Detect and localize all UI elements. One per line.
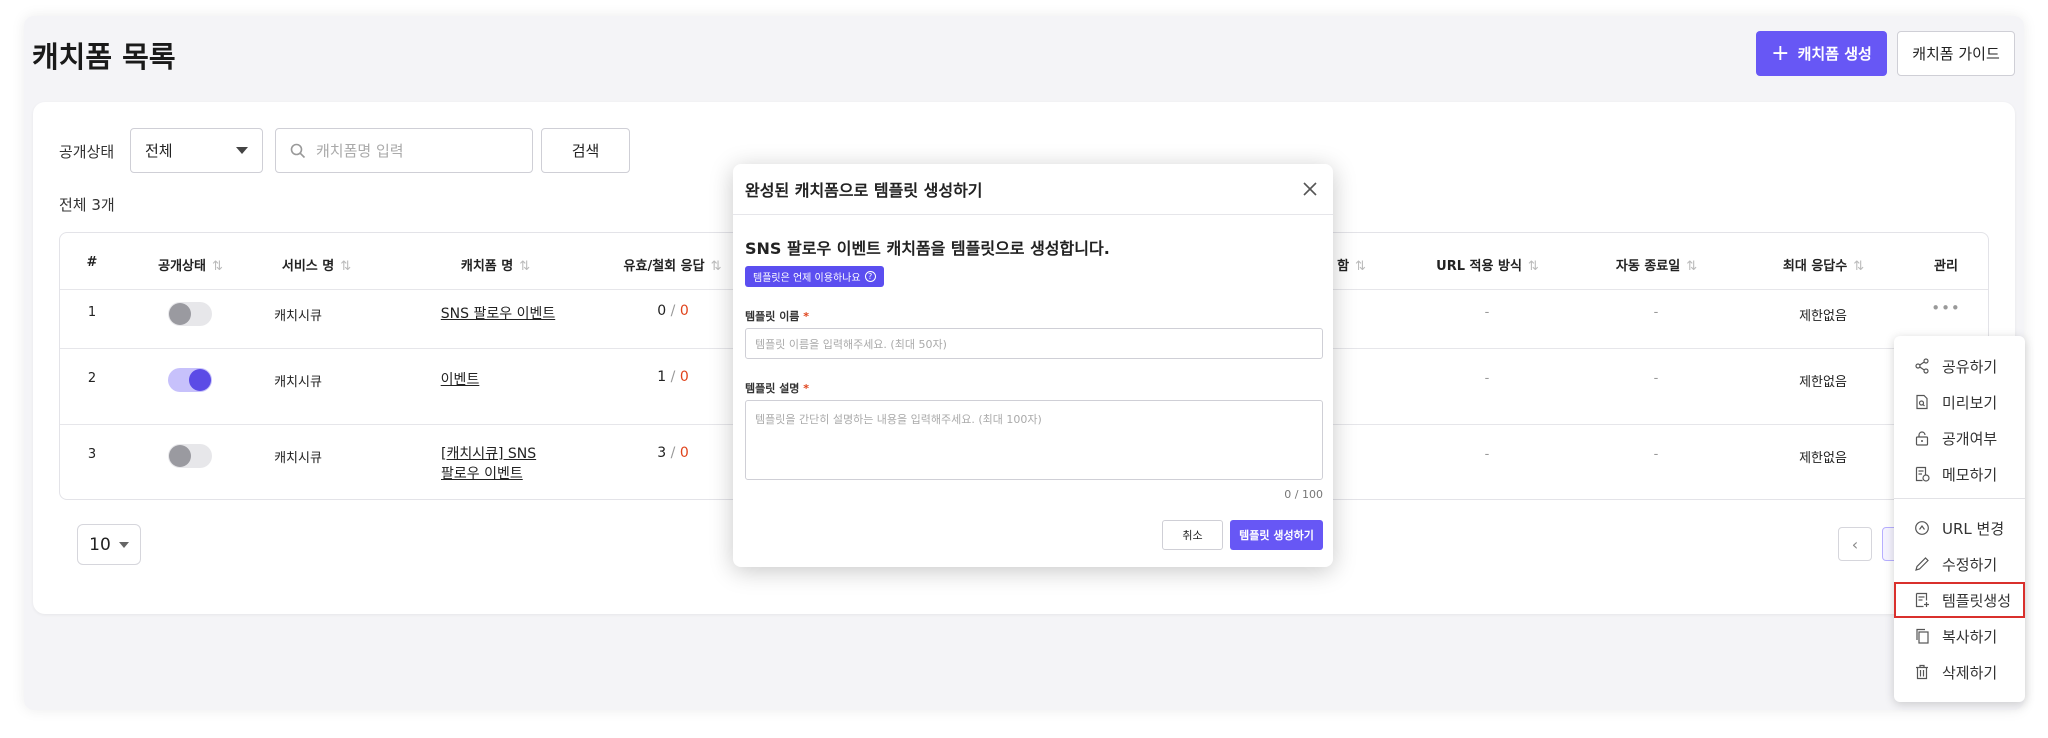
prev-page-button[interactable]: ‹ — [1838, 527, 1872, 561]
lock-icon — [1915, 431, 1929, 446]
form-name-link[interactable]: [캐치시큐] SNS 팔로우 이벤트 — [441, 444, 536, 484]
menu-divider — [1894, 498, 2025, 499]
create-form-button[interactable]: + 캐치폼 생성 — [1756, 31, 1887, 76]
service-name: 캐치시큐 — [274, 375, 322, 390]
char-counter: 0 / 100 — [1284, 488, 1323, 501]
template-desc-label: 템플릿 설명 * — [745, 382, 810, 395]
max-responses: 제한없음 — [1799, 375, 1847, 390]
header-form-name[interactable]: 캐치폼 명 ⇅ — [461, 255, 530, 274]
sort-icon[interactable]: ⇅ — [519, 259, 530, 274]
row-context-menu: 공유하기 미리보기 공개여부 메모하기 URL 변경 수정하기 템플릿생성 복사… — [1894, 336, 2025, 702]
sort-icon[interactable]: ⇅ — [711, 259, 722, 274]
header-num: # — [86, 255, 98, 270]
header-responses[interactable]: 유효/철회 응답 ⇅ — [624, 255, 722, 274]
public-toggle[interactable] — [168, 368, 212, 392]
help-icon: ? — [864, 271, 876, 282]
search-box[interactable] — [275, 128, 533, 173]
menu-item-memo[interactable]: 메모하기 — [1894, 456, 2025, 492]
header-service[interactable]: 서비스 명 ⇅ — [282, 255, 351, 274]
status-select[interactable]: 전체 — [130, 128, 263, 173]
sort-icon[interactable]: ⇅ — [340, 259, 351, 274]
header-max-responses[interactable]: 최대 응답수 ⇅ — [1783, 255, 1864, 274]
url-method: - — [1484, 371, 1490, 386]
sort-icon[interactable]: ⇅ — [1528, 259, 1539, 274]
modal-title: 완성된 캐치폼으로 템플릿 생성하기 — [745, 181, 983, 200]
auto-end-date: - — [1653, 371, 1659, 386]
cancel-button[interactable]: 취소 — [1162, 520, 1223, 550]
preview-icon — [1916, 394, 1928, 410]
header-auto-end[interactable]: 자동 종료일 ⇅ — [1616, 255, 1697, 274]
response-count: 3 / 0 — [657, 445, 689, 461]
menu-item-preview[interactable]: 미리보기 — [1894, 384, 2025, 420]
guide-button[interactable]: 캐치폼 가이드 — [1897, 31, 2015, 76]
template-add-icon — [1915, 592, 1929, 608]
modal-header: 완성된 캐치폼으로 템플릿 생성하기 — [733, 164, 1333, 215]
plus-icon: + — [1771, 40, 1790, 66]
more-icon[interactable]: ••• — [1931, 299, 1961, 317]
total-count: 전체 3개 — [59, 196, 115, 214]
form-name-link[interactable]: 이벤트 — [441, 369, 480, 389]
sort-icon[interactable]: ⇅ — [1686, 259, 1697, 274]
response-count: 0 / 0 — [657, 303, 689, 319]
pencil-icon — [1915, 557, 1929, 571]
search-input[interactable] — [316, 141, 506, 160]
url-method: - — [1484, 305, 1490, 320]
status-filter-label: 공개상태 — [59, 143, 115, 161]
form-name-link[interactable]: SNS 팔로우 이벤트 — [441, 303, 555, 323]
page-size-select[interactable]: 10 — [77, 524, 141, 565]
status-select-value: 전체 — [145, 142, 173, 160]
template-name-label: 템플릿 이름 * — [745, 310, 810, 323]
page-size-value: 10 — [89, 534, 111, 555]
template-help-chip[interactable]: 템플릿은 언제 이용하나요 ? — [745, 266, 884, 287]
menu-item-url-change[interactable]: URL 변경 — [1894, 510, 2025, 546]
create-template-button[interactable]: 템플릿 생성하기 — [1230, 520, 1323, 550]
row-num: 3 — [87, 447, 97, 462]
template-name-input[interactable]: 템플릿 이름을 입력해주세요. (최대 50자) — [745, 328, 1323, 359]
search-button[interactable]: 검색 — [541, 128, 630, 173]
row-num: 1 — [87, 305, 97, 320]
modal-heading: SNS 팔로우 이벤트 캐치폼을 템플릿으로 생성합니다. — [745, 239, 1110, 258]
menu-item-create-template[interactable]: 템플릿생성 — [1894, 582, 2025, 618]
url-change-icon — [1915, 521, 1929, 535]
menu-item-copy[interactable]: 복사하기 — [1894, 618, 2025, 654]
toggle-knob — [189, 369, 211, 391]
template-desc-textarea[interactable]: 템플릿을 간단히 설명하는 내용을 입력해주세요. (최대 100자) — [745, 400, 1323, 480]
create-form-label: 캐치폼 생성 — [1797, 45, 1872, 63]
menu-item-edit[interactable]: 수정하기 — [1894, 546, 2025, 582]
header-partial[interactable]: 함 ⇅ — [1337, 255, 1366, 274]
row-num: 2 — [87, 371, 97, 386]
menu-item-delete[interactable]: 삭제하기 — [1894, 654, 2025, 690]
public-toggle[interactable] — [168, 444, 212, 468]
service-name: 캐치시큐 — [274, 451, 322, 466]
sort-icon[interactable]: ⇅ — [1355, 259, 1366, 274]
header-url-method[interactable]: URL 적용 방식 ⇅ — [1436, 255, 1539, 274]
share-icon — [1915, 358, 1929, 374]
create-template-modal: 완성된 캐치폼으로 템플릿 생성하기 SNS 팔로우 이벤트 캐치폼을 템플릿으… — [733, 164, 1333, 567]
close-icon[interactable] — [1299, 178, 1321, 200]
menu-item-visibility[interactable]: 공개여부 — [1894, 420, 2025, 456]
toggle-knob — [169, 445, 191, 467]
toggle-knob — [169, 303, 191, 325]
max-responses: 제한없음 — [1799, 309, 1847, 324]
trash-icon — [1916, 664, 1928, 680]
chevron-down-icon — [118, 541, 129, 548]
chevron-down-icon — [236, 147, 248, 154]
copy-icon — [1916, 628, 1929, 644]
auto-end-date: - — [1653, 447, 1659, 462]
memo-icon — [1915, 466, 1930, 482]
max-responses: 제한없음 — [1799, 451, 1847, 466]
auto-end-date: - — [1653, 305, 1659, 320]
public-toggle[interactable] — [168, 302, 212, 326]
header-manage: 관리 — [1934, 259, 1958, 274]
service-name: 캐치시큐 — [274, 309, 322, 324]
url-method: - — [1484, 447, 1490, 462]
response-count: 1 / 0 — [657, 369, 689, 385]
sort-icon[interactable]: ⇅ — [1853, 259, 1864, 274]
search-icon — [290, 143, 306, 158]
header-public[interactable]: 공개상태 ⇅ — [158, 255, 223, 274]
menu-item-share[interactable]: 공유하기 — [1894, 348, 2025, 384]
sort-icon[interactable]: ⇅ — [212, 259, 223, 274]
page-title: 캐치폼 목록 — [32, 40, 176, 74]
